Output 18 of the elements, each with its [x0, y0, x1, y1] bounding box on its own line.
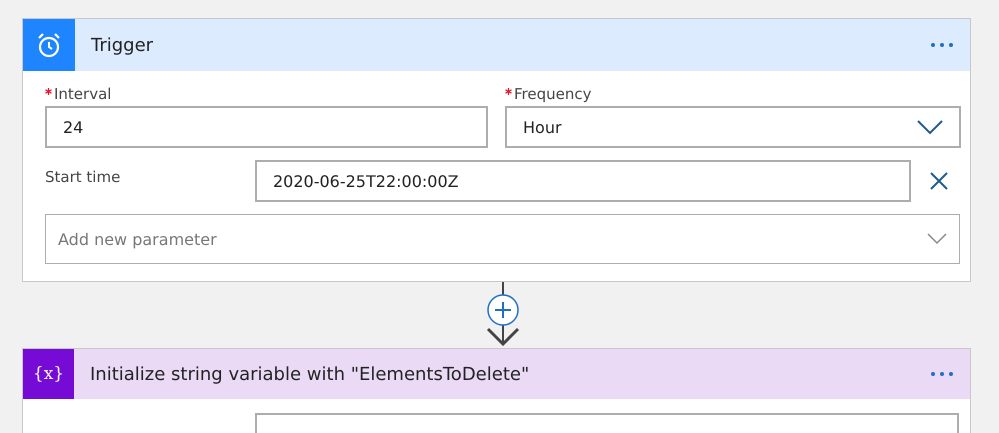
chevron-down-icon[interactable] [917, 119, 943, 135]
field-label: Frequency [514, 85, 592, 103]
variable-icon: {x} [32, 364, 64, 384]
dropdown-field[interactable]: Hour [505, 106, 961, 148]
field-label: Start time [45, 168, 122, 186]
field-label: Interval [54, 85, 112, 103]
plus-icon[interactable] [486, 293, 520, 327]
chevron-down-icon[interactable] [927, 233, 947, 245]
more-icon[interactable] [930, 371, 954, 377]
clear-icon[interactable] [929, 171, 949, 191]
input-field[interactable]: 24 [45, 106, 488, 148]
alarm-clock-icon [36, 32, 62, 58]
card-title: Initialize string variable with "ElementsToDelete" [90, 364, 530, 384]
input-field[interactable] [255, 413, 959, 433]
card-title: Trigger [91, 34, 154, 56]
dropdown-field[interactable]: Add new parameter [45, 214, 960, 264]
input-field[interactable]: 2020-06-25T22:00:00Z [255, 160, 911, 202]
more-icon[interactable] [930, 42, 954, 48]
